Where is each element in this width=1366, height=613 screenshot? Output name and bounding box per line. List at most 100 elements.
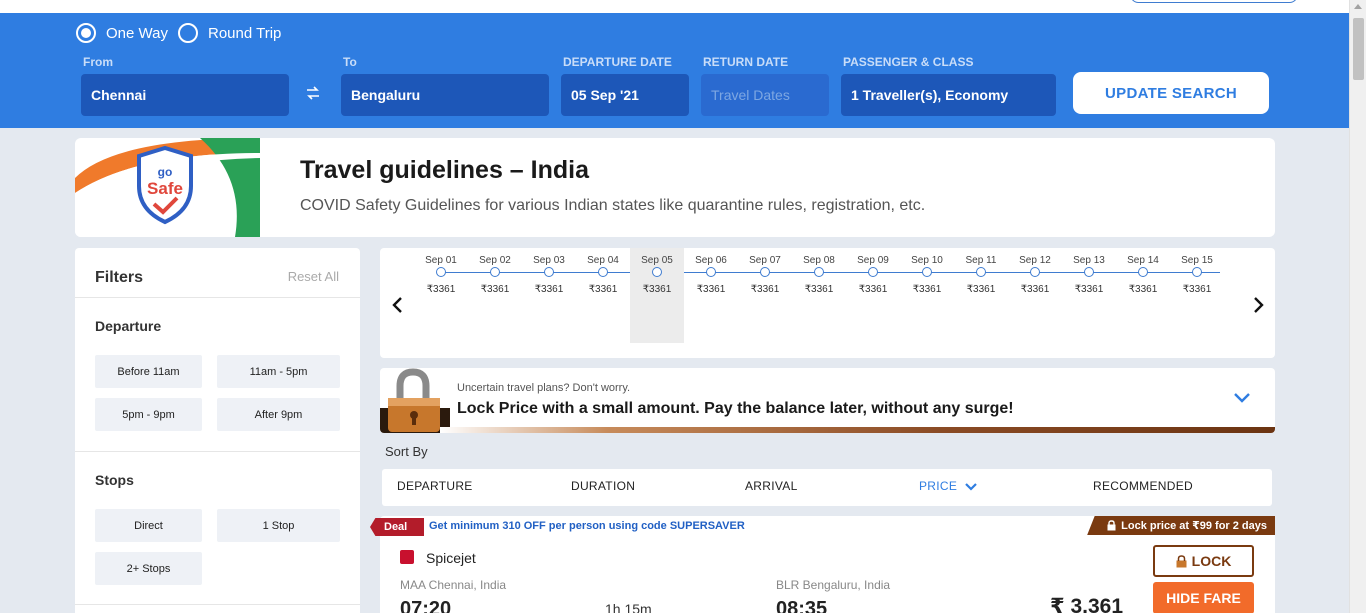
hide-fare-button[interactable]: HIDE FARE bbox=[1153, 582, 1254, 613]
date-option-price: ₹3361 bbox=[642, 284, 672, 295]
radio-one-way[interactable]: One Way bbox=[76, 23, 168, 43]
date-option[interactable]: Sep 03 ₹3361 bbox=[522, 248, 576, 343]
date-option[interactable]: Sep 06 ₹3361 bbox=[684, 248, 738, 343]
arrival-time: 08:35 bbox=[776, 598, 828, 613]
stops-chip-2-plus[interactable]: 2+ Stops bbox=[95, 552, 202, 585]
departure-date-field[interactable]: 05 Sep '21 bbox=[561, 74, 689, 116]
to-label: To bbox=[343, 55, 357, 69]
timeline-dot-icon bbox=[1030, 267, 1040, 277]
sort-by-label: Sort By bbox=[385, 444, 428, 459]
top-strip bbox=[0, 0, 1349, 13]
sort-price[interactable]: PRICE bbox=[919, 479, 978, 493]
timeline-dot-icon bbox=[706, 267, 716, 277]
timeline-dot-icon bbox=[868, 267, 878, 277]
lock-price-banner[interactable]: Uncertain travel plans? Don't worry. Loc… bbox=[380, 368, 1275, 433]
date-option[interactable]: Sep 05 ₹3361 bbox=[630, 248, 684, 343]
departure-chip-after-9pm[interactable]: After 9pm bbox=[217, 398, 340, 431]
airline-name: Spicejet bbox=[426, 550, 476, 566]
date-option[interactable]: Sep 02 ₹3361 bbox=[468, 248, 522, 343]
stops-chip-1-stop[interactable]: 1 Stop bbox=[217, 509, 340, 542]
lock-price-tag-label: Lock price at ₹99 for 2 days bbox=[1121, 520, 1267, 532]
lock-button[interactable]: LOCK bbox=[1153, 545, 1254, 577]
date-option-price: ₹3361 bbox=[588, 284, 618, 295]
date-option[interactable]: Sep 12 ₹3361 bbox=[1008, 248, 1062, 343]
date-option[interactable]: Sep 09 ₹3361 bbox=[846, 248, 900, 343]
flight-result-card[interactable]: Deal Get minimum 310 OFF per person usin… bbox=[370, 516, 1275, 613]
destination-airport: BLR Bengaluru, India bbox=[776, 578, 891, 592]
date-option-price: ₹3361 bbox=[1074, 284, 1104, 295]
date-option[interactable]: Sep 04 ₹3361 bbox=[576, 248, 630, 343]
date-option-price: ₹3361 bbox=[1182, 284, 1212, 295]
date-option[interactable]: Sep 13 ₹3361 bbox=[1062, 248, 1116, 343]
date-option-date: Sep 02 bbox=[479, 255, 511, 266]
date-option-date: Sep 07 bbox=[749, 255, 781, 266]
logo-text-go: go bbox=[158, 165, 173, 179]
travel-guidelines-card[interactable]: go Safe Travel guidelines – India COVID … bbox=[75, 138, 1275, 237]
timeline-dot-icon bbox=[976, 267, 986, 277]
date-option[interactable]: Sep 01 ₹3361 bbox=[414, 248, 468, 343]
date-option-price: ₹3361 bbox=[696, 284, 726, 295]
scrollbar-thumb[interactable] bbox=[1353, 18, 1364, 80]
lock-button-label: LOCK bbox=[1191, 553, 1232, 569]
date-option[interactable]: Sep 10 ₹3361 bbox=[900, 248, 954, 343]
chevron-left-icon[interactable] bbox=[391, 296, 405, 319]
date-option[interactable]: Sep 15 ₹3361 bbox=[1170, 248, 1224, 343]
departure-date-label: DEPARTURE DATE bbox=[563, 55, 672, 69]
swap-arrows-icon[interactable] bbox=[304, 84, 322, 107]
spicejet-logo-icon bbox=[400, 550, 414, 564]
stops-chip-direct[interactable]: Direct bbox=[95, 509, 202, 542]
divider bbox=[75, 297, 360, 298]
date-option[interactable]: Sep 08 ₹3361 bbox=[792, 248, 846, 343]
sort-departure[interactable]: DEPARTURE bbox=[397, 479, 473, 493]
reset-all-link[interactable]: Reset All bbox=[288, 269, 339, 284]
departure-chip-5pm-9pm[interactable]: 5pm - 9pm bbox=[95, 398, 202, 431]
sort-recommended[interactable]: RECOMMENDED bbox=[1093, 479, 1193, 493]
divider bbox=[75, 451, 360, 452]
passenger-class-field[interactable]: 1 Traveller(s), Economy bbox=[841, 74, 1056, 116]
chevron-down-icon[interactable] bbox=[1232, 390, 1252, 409]
deal-badge-label: Deal bbox=[384, 521, 408, 533]
sort-bar: DEPARTURE DURATION ARRIVAL PRICE RECOMME… bbox=[382, 469, 1272, 506]
date-option-price: ₹3361 bbox=[1020, 284, 1050, 295]
sort-arrival[interactable]: ARRIVAL bbox=[745, 479, 798, 493]
flight-price: ₹ 3,361 bbox=[1050, 595, 1123, 613]
from-label: From bbox=[83, 55, 113, 69]
departure-chip-11am-5pm[interactable]: 11am - 5pm bbox=[217, 355, 340, 388]
date-option-price: ₹3361 bbox=[534, 284, 564, 295]
date-option[interactable]: Sep 14 ₹3361 bbox=[1116, 248, 1170, 343]
deal-text: Get minimum 310 OFF per person using cod… bbox=[429, 520, 745, 532]
header-pill-button[interactable] bbox=[1130, 0, 1298, 3]
date-option-date: Sep 01 bbox=[425, 255, 457, 266]
return-date-label: RETURN DATE bbox=[703, 55, 789, 69]
scroll-up-icon[interactable] bbox=[1354, 4, 1362, 9]
sort-price-label: PRICE bbox=[919, 479, 958, 493]
date-option-date: Sep 09 bbox=[857, 255, 889, 266]
radio-one-way-label: One Way bbox=[106, 24, 168, 42]
guidelines-title: Travel guidelines – India bbox=[300, 156, 589, 184]
radio-round-trip-label: Round Trip bbox=[208, 24, 282, 42]
timeline-dot-icon bbox=[598, 267, 608, 277]
date-option[interactable]: Sep 07 ₹3361 bbox=[738, 248, 792, 343]
update-search-button[interactable]: UPDATE SEARCH bbox=[1073, 72, 1269, 114]
page-scrollbar[interactable] bbox=[1349, 0, 1366, 613]
deal-badge: Deal bbox=[370, 518, 424, 536]
radio-round-trip[interactable]: Round Trip bbox=[178, 23, 281, 43]
departure-chip-before-11am[interactable]: Before 11am bbox=[95, 355, 202, 388]
sort-duration[interactable]: DURATION bbox=[571, 479, 635, 493]
timeline-dot-icon bbox=[922, 267, 932, 277]
origin-airport: MAA Chennai, India bbox=[400, 578, 507, 592]
timeline-dot-icon bbox=[652, 267, 662, 277]
date-option-date: Sep 06 bbox=[695, 255, 727, 266]
lock-price-tag: Lock price at ₹99 for 2 days bbox=[1087, 516, 1275, 535]
from-field[interactable]: Chennai bbox=[81, 74, 289, 116]
stops-filter-title: Stops bbox=[95, 472, 134, 488]
chevron-right-icon[interactable] bbox=[1251, 296, 1265, 319]
to-field[interactable]: Bengaluru bbox=[341, 74, 549, 116]
date-option[interactable]: Sep 11 ₹3361 bbox=[954, 248, 1008, 343]
lock-banner-small-text: Uncertain travel plans? Don't worry. bbox=[457, 382, 631, 394]
timeline-dot-icon bbox=[436, 267, 446, 277]
return-date-field[interactable]: Travel Dates bbox=[701, 74, 829, 116]
radio-selected-icon bbox=[76, 23, 96, 43]
date-option-price: ₹3361 bbox=[804, 284, 834, 295]
date-option-date: Sep 15 bbox=[1181, 255, 1213, 266]
